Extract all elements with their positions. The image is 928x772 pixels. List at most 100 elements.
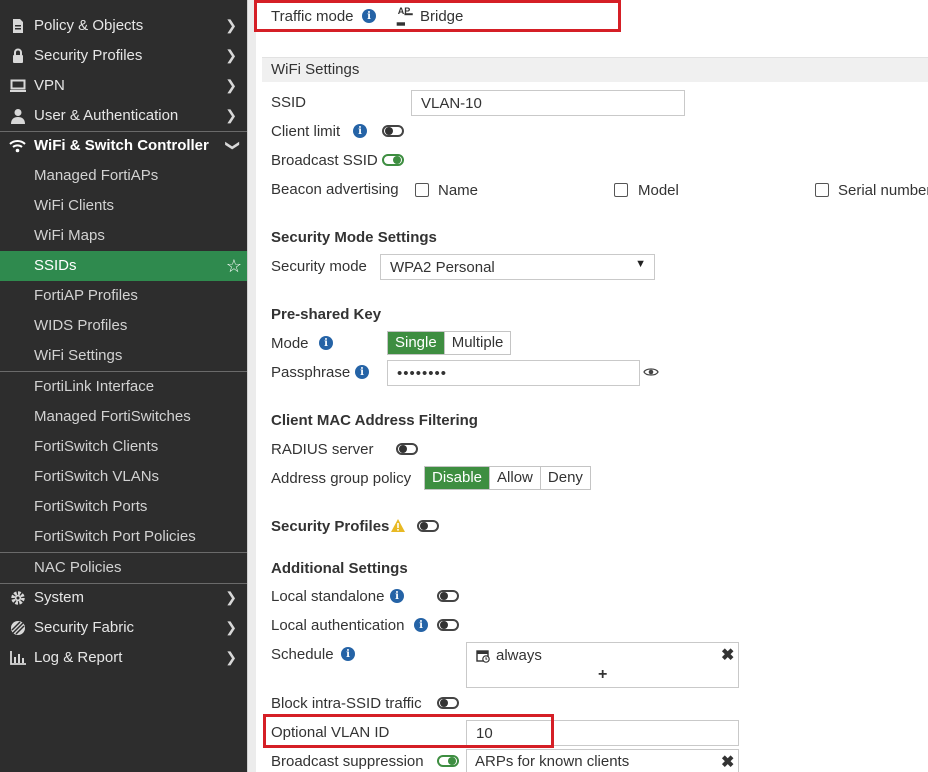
sidebar-item-fortiswitch-clients[interactable]: FortiSwitch Clients [0,432,247,462]
sidebar-item-fortiswitch-vlans[interactable]: FortiSwitch VLANs [0,462,247,492]
sidebar-item-label: SSIDs [34,257,77,274]
ssid-label: SSID [271,94,307,111]
chevron-right-icon: ❯ [225,47,237,63]
sidebar-item-policy-objects[interactable]: Policy & Objects ❯ [0,11,247,41]
broadcast-ssid-toggle[interactable] [382,154,404,166]
sidebar-item-security-fabric[interactable]: Security Fabric ❯ [0,613,247,643]
sidebar-item-vpn[interactable]: VPN ❯ [0,71,247,101]
security-mode-value: WPA2 Personal [390,259,495,276]
sidebar-item-ssids[interactable]: SSIDs ☆ [0,251,247,281]
beacon-name-checkbox[interactable] [415,183,429,197]
local-authentication-toggle[interactable] [437,619,459,631]
sidebar-item-label: VPN [34,77,65,94]
chevron-right-icon: ❯ [225,17,237,33]
sidebar-item-wifi-switch[interactable]: WiFi & Switch Controller ❯ [0,131,247,161]
info-icon[interactable]: i [390,589,404,603]
additional-settings-title: Additional Settings [271,560,408,577]
sidebar-item-user-auth[interactable]: User & Authentication ❯ [0,101,247,131]
security-mode-select[interactable]: WPA2 Personal ▼ [380,254,655,280]
radius-server-toggle[interactable] [396,443,418,455]
beacon-advertising-label: Beacon advertising [271,181,399,198]
block-intra-ssid-label: Block intra-SSID traffic [271,695,422,712]
sidebar-item-log-report[interactable]: Log & Report ❯ [0,643,247,673]
sidebar-item-wifi-clients[interactable]: WiFi Clients [0,191,247,221]
wifi-icon [9,138,26,154]
sidebar-item-security-profiles[interactable]: Security Profiles ❯ [0,41,247,71]
sidebar-item-fortiap-profiles[interactable]: FortiAP Profiles [0,281,247,311]
ssid-input[interactable]: VLAN-10 [411,90,685,116]
policy-icon [9,18,26,34]
sidebar-item-label: WiFi Clients [34,197,115,214]
sidebar-item-fortilink-interface[interactable]: FortiLink Interface [0,372,247,402]
calendar-clock-icon [476,649,490,667]
sidebar-item-label: FortiSwitch Clients [34,438,159,455]
local-standalone-label: Local standalone [271,588,385,605]
info-icon[interactable]: i [353,124,367,138]
beacon-model-checkbox[interactable] [614,183,628,197]
lock-icon [9,48,26,64]
broadcast-suppression-field[interactable]: ARPs for known clients ✖ [466,749,739,772]
schedule-label: Schedule [271,646,334,663]
security-profiles-label: Security Profiles [271,518,390,535]
address-group-allow[interactable]: Allow [490,467,541,489]
sidebar-item-label: Managed FortiAPs [34,167,159,184]
sidebar: Policy & Objects ❯ Security Profiles ❯ V… [0,0,247,772]
psk-mode-single[interactable]: Single [388,332,445,354]
monitor-icon [9,78,26,94]
highlight-box [254,0,621,32]
caret-down-icon: ▼ [635,258,646,270]
security-mode-title: Security Mode Settings [271,229,437,246]
sidebar-item-label: Log & Report [34,649,123,666]
sidebar-item-label: Policy & Objects [34,17,144,34]
warning-icon [390,518,406,537]
sidebar-item-label: NAC Policies [34,559,122,576]
sidebar-item-managed-fortiswitches[interactable]: Managed FortiSwitches [0,402,247,432]
address-group-policy-segmented: Disable Allow Deny [424,466,591,490]
psk-mode-multiple[interactable]: Multiple [445,332,511,354]
security-profiles-toggle[interactable] [417,520,439,532]
beacon-serial-checkbox[interactable] [815,183,829,197]
passphrase-input[interactable]: •••••••• [387,360,640,386]
sidebar-item-system[interactable]: System ❯ [0,583,247,613]
address-group-deny[interactable]: Deny [541,467,590,489]
sidebar-item-managed-fortiaps[interactable]: Managed FortiAPs [0,161,247,191]
local-standalone-toggle[interactable] [437,590,459,602]
beacon-serial-label: Serial number [838,182,928,199]
schedule-field[interactable]: always ✖ + [466,642,739,688]
add-schedule-button[interactable]: + [598,666,607,684]
info-icon[interactable]: i [319,336,333,350]
close-icon[interactable]: ✖ [721,645,734,665]
chart-icon [9,650,26,666]
block-intra-ssid-toggle[interactable] [437,697,459,709]
sidebar-item-label: Security Profiles [34,47,143,64]
sidebar-item-fortiswitch-port-policies[interactable]: FortiSwitch Port Policies [0,522,247,552]
sidebar-item-label: FortiLink Interface [34,378,155,395]
broadcast-suppression-value: ARPs for known clients [475,753,630,770]
highlight-box [263,714,554,748]
sidebar-item-nac-policies[interactable]: NAC Policies [0,553,247,583]
sidebar-item-wids-profiles[interactable]: WIDS Profiles [0,311,247,341]
eye-icon[interactable] [643,365,659,382]
sidebar-item-label: WIDS Profiles [34,317,128,334]
sidebar-item-label: System [34,589,85,606]
client-limit-toggle[interactable] [382,125,404,137]
info-icon[interactable]: i [414,618,428,632]
mac-filter-title: Client MAC Address Filtering [271,412,478,429]
star-icon[interactable]: ☆ [226,256,242,277]
sidebar-item-label: FortiSwitch VLANs [34,468,160,485]
address-group-disable[interactable]: Disable [425,467,491,489]
broadcast-suppression-toggle[interactable] [437,755,459,767]
sidebar-item-fortiswitch-ports[interactable]: FortiSwitch Ports [0,492,247,522]
sidebar-item-label: Security Fabric [34,619,135,636]
sidebar-item-wifi-maps[interactable]: WiFi Maps [0,221,247,251]
info-icon[interactable]: i [341,647,355,661]
psk-title: Pre-shared Key [271,306,382,323]
wifi-settings-title: WiFi Settings [271,61,360,78]
chevron-right-icon: ❯ [225,649,237,665]
user-icon [9,108,26,124]
chevron-right-icon: ❯ [225,619,237,635]
info-icon[interactable]: i [355,365,369,379]
broadcast-ssid-label: Broadcast SSID [271,152,378,169]
sidebar-item-wifi-settings[interactable]: WiFi Settings [0,341,247,371]
close-icon[interactable]: ✖ [721,752,734,772]
